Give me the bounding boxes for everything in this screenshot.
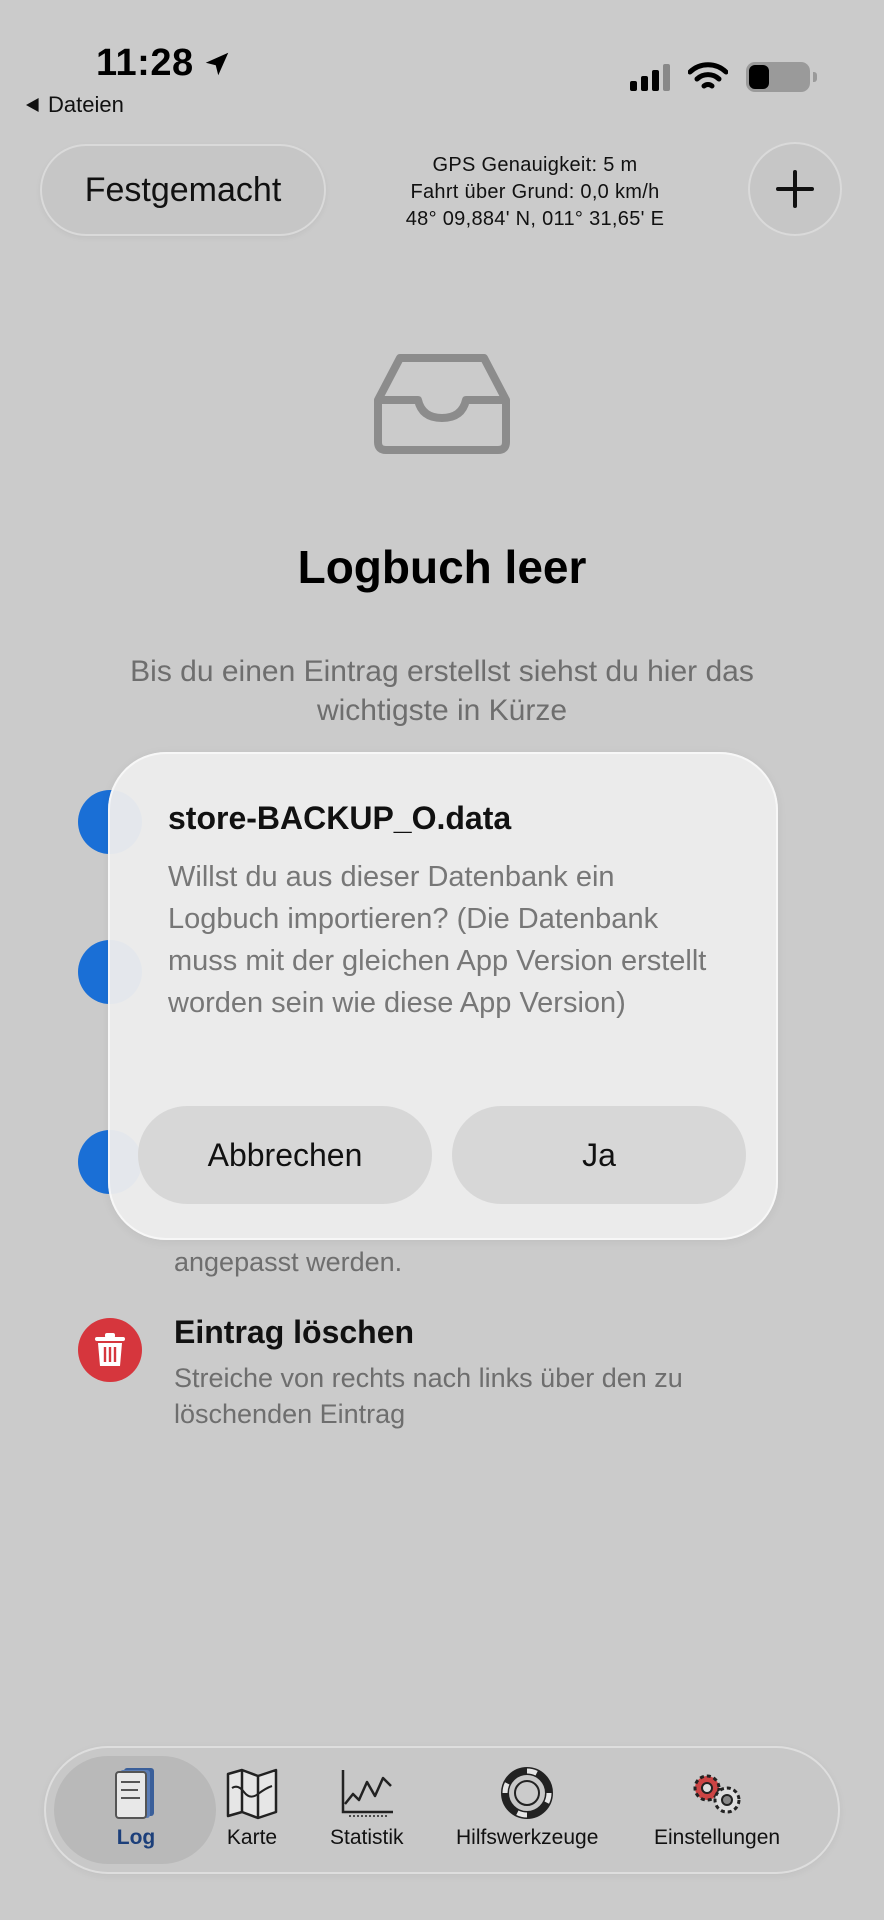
lifebuoy-icon	[501, 1767, 554, 1819]
tray-icon	[374, 354, 510, 454]
logbook-icon	[115, 1768, 154, 1819]
alert-title: store-BACKUP_O.data	[168, 800, 512, 836]
plus-icon	[776, 170, 814, 208]
location-arrow-icon	[205, 52, 228, 75]
confirm-button[interactable]: Ja	[452, 1106, 746, 1204]
speed-over-ground: Fahrt über Grund: 0,0 km/h	[410, 181, 660, 203]
import-alert-dialog: store-BACKUP_O.data Willst du aus dieser…	[108, 752, 778, 1240]
status-time: 11:28	[96, 42, 232, 85]
back-triangle-icon	[26, 98, 39, 112]
tab-karte[interactable]: Karte	[224, 1766, 280, 1850]
tab-statistik-label: Statistik	[330, 1826, 404, 1849]
wifi-icon	[688, 62, 728, 89]
back-label: Dateien	[48, 92, 124, 117]
empty-title: Logbuch leer	[297, 541, 587, 593]
gps-info: GPS Genauigkeit: 5 m Fahrt über Grund: 0…	[330, 152, 740, 233]
gears-icon	[693, 1774, 741, 1814]
tab-hilfswerkzeuge-label: Hilfswerkzeuge	[456, 1826, 599, 1849]
map-icon	[226, 1768, 278, 1820]
mooring-status-button[interactable]: Festgemacht	[40, 144, 326, 236]
alert-message: Willst du aus dieser Datenbank ein Logbu…	[168, 861, 707, 1019]
tab-bar: Log Karte Statistik Hilfswerkzeuge Einst…	[44, 1746, 840, 1874]
battery-icon	[746, 62, 817, 92]
tab-einstellungen[interactable]: Einstellungen	[654, 1766, 780, 1850]
cancel-button[interactable]: Abbrechen	[138, 1106, 432, 1204]
cellular-signal-icon	[630, 63, 670, 91]
tip-title: Eintrag löschen	[174, 1314, 415, 1350]
trash-icon	[78, 1318, 142, 1382]
tab-log-label: Log	[116, 1826, 156, 1849]
tip-text: angepasst werden.	[174, 1247, 403, 1277]
tab-einstellungen-label: Einstellungen	[654, 1826, 781, 1849]
gps-position: 48° 09,884' N, 011° 31,65' E	[405, 208, 665, 230]
tab-statistik[interactable]: Statistik	[330, 1766, 404, 1850]
tab-log[interactable]: Log	[108, 1766, 164, 1850]
add-entry-button[interactable]	[748, 142, 842, 236]
back-to-app-link[interactable]: Dateien	[26, 92, 124, 118]
tab-karte-label: Karte	[226, 1826, 278, 1849]
chart-icon	[341, 1770, 393, 1817]
gps-accuracy: GPS Genauigkeit: 5 m	[432, 154, 638, 176]
tab-hilfswerkzeuge[interactable]: Hilfswerkzeuge	[456, 1766, 598, 1850]
status-indicators	[630, 62, 817, 92]
empty-description: Bis du einen Eintrag erstellst siehst du…	[130, 655, 754, 727]
trash-glyph-icon	[95, 1333, 125, 1366]
clock: 11:28	[96, 42, 194, 84]
tip-text: Streiche von rechts nach links über den …	[174, 1363, 683, 1429]
